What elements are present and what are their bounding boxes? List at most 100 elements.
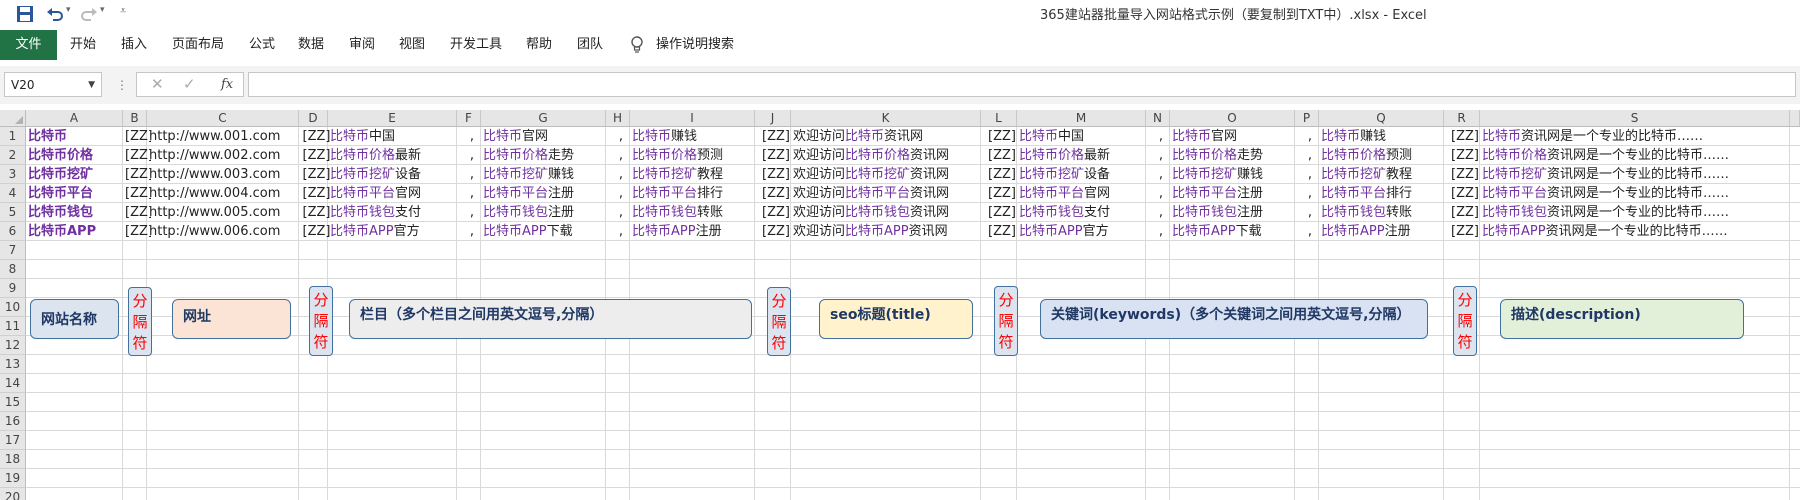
cell-j4[interactable]: [ZZ] <box>757 184 795 203</box>
cell-n2[interactable]: , <box>1148 146 1174 165</box>
tab-formulas[interactable]: 公式 <box>249 30 275 60</box>
cell-m2[interactable]: 比特币价格最新 <box>1019 146 1150 165</box>
cell-k3[interactable]: 欢迎访问比特币挖矿资讯网 <box>793 165 985 184</box>
cancel-icon[interactable]: ✕ <box>151 75 164 93</box>
cell-q5[interactable]: 比特币钱包转账 <box>1321 203 1448 222</box>
cell-h6[interactable]: , <box>608 222 634 241</box>
row-header-14[interactable]: 14 <box>0 374 26 393</box>
column-header-s[interactable]: S <box>1480 110 1790 127</box>
cell-j5[interactable]: [ZZ] <box>757 203 795 222</box>
cell-i1[interactable]: 比特币赚钱 <box>632 127 759 146</box>
cell-p6[interactable]: , <box>1297 222 1323 241</box>
redo-icon[interactable] <box>80 5 98 23</box>
cell-p2[interactable]: , <box>1297 146 1323 165</box>
cell-d6[interactable]: [ZZ] <box>301 222 332 241</box>
cell-o6[interactable]: 比特币APP下载 <box>1172 222 1299 241</box>
cell-d2[interactable]: [ZZ] <box>301 146 332 165</box>
cell-a4[interactable]: 比特币平台 <box>28 184 127 203</box>
cell-m5[interactable]: 比特币钱包支付 <box>1019 203 1150 222</box>
undo-dropdown-icon[interactable]: ▾ <box>66 5 71 15</box>
cell-e3[interactable]: 比特币挖矿设备 <box>330 165 461 184</box>
cell-q6[interactable]: 比特币APP注册 <box>1321 222 1448 241</box>
cell-l6[interactable]: [ZZ] <box>983 222 1021 241</box>
cell-j2[interactable]: [ZZ] <box>757 146 795 165</box>
cell-b4[interactable]: [ZZ] <box>125 184 151 203</box>
cell-c6[interactable]: http://www.006.com <box>149 222 303 241</box>
cell-o3[interactable]: 比特币挖矿赚钱 <box>1172 165 1299 184</box>
cell-f2[interactable]: , <box>459 146 485 165</box>
tab-data[interactable]: 数据 <box>298 30 324 60</box>
cell-j6[interactable]: [ZZ] <box>757 222 795 241</box>
cell-d5[interactable]: [ZZ] <box>301 203 332 222</box>
cell-p3[interactable]: , <box>1297 165 1323 184</box>
cell-n6[interactable]: , <box>1148 222 1174 241</box>
cell-o1[interactable]: 比特币官网 <box>1172 127 1299 146</box>
cell-h1[interactable]: , <box>608 127 634 146</box>
column-header-a[interactable]: A <box>26 110 123 127</box>
separator-box[interactable]: 分 隔 符 <box>994 286 1018 356</box>
cell-m3[interactable]: 比特币挖矿设备 <box>1019 165 1150 184</box>
cell-d1[interactable]: [ZZ] <box>301 127 332 146</box>
cell-i3[interactable]: 比特币挖矿教程 <box>632 165 759 184</box>
cell-q4[interactable]: 比特币平台排行 <box>1321 184 1448 203</box>
row-header-12[interactable]: 12 <box>0 336 26 355</box>
cell-k1[interactable]: 欢迎访问比特币资讯网 <box>793 127 985 146</box>
row-header-1[interactable]: 1 <box>0 127 26 146</box>
cell-k4[interactable]: 欢迎访问比特币平台资讯网 <box>793 184 985 203</box>
cell-e1[interactable]: 比特币中国 <box>330 127 461 146</box>
cell-a5[interactable]: 比特币钱包 <box>28 203 127 222</box>
column-header-n[interactable]: N <box>1146 110 1170 127</box>
cell-b2[interactable]: [ZZ] <box>125 146 151 165</box>
column-header-g[interactable]: G <box>481 110 606 127</box>
cell-p4[interactable]: , <box>1297 184 1323 203</box>
row-header-10[interactable]: 10 <box>0 298 26 317</box>
cell-n4[interactable]: , <box>1148 184 1174 203</box>
tab-team[interactable]: 团队 <box>577 30 603 60</box>
tab-help[interactable]: 帮助 <box>526 30 552 60</box>
cell-b3[interactable]: [ZZ] <box>125 165 151 184</box>
cell-o5[interactable]: 比特币钱包注册 <box>1172 203 1299 222</box>
cell-m4[interactable]: 比特币平台官网 <box>1019 184 1150 203</box>
cell-a2[interactable]: 比特币价格 <box>28 146 127 165</box>
cell-h4[interactable]: , <box>608 184 634 203</box>
cell-f1[interactable]: , <box>459 127 485 146</box>
cell-i6[interactable]: 比特币APP注册 <box>632 222 759 241</box>
chevron-down-icon[interactable]: ▼ <box>88 73 95 98</box>
column-header-j[interactable]: J <box>755 110 791 127</box>
cell-a1[interactable]: 比特币 <box>28 127 127 146</box>
row-header-6[interactable]: 6 <box>0 222 26 241</box>
tab-review[interactable]: 审阅 <box>349 30 375 60</box>
cell-b1[interactable]: [ZZ] <box>125 127 151 146</box>
column-header-d[interactable]: D <box>299 110 328 127</box>
cell-m1[interactable]: 比特币中国 <box>1019 127 1150 146</box>
cell-e2[interactable]: 比特币价格最新 <box>330 146 461 165</box>
cell-g3[interactable]: 比特币挖矿赚钱 <box>483 165 610 184</box>
cell-d3[interactable]: [ZZ] <box>301 165 332 184</box>
cell-f3[interactable]: , <box>459 165 485 184</box>
cell-g5[interactable]: 比特币钱包注册 <box>483 203 610 222</box>
name-box[interactable]: V20 ▼ <box>4 72 102 97</box>
row-header-20[interactable]: 20 <box>0 488 26 500</box>
cell-n1[interactable]: , <box>1148 127 1174 146</box>
row-header-13[interactable]: 13 <box>0 355 26 374</box>
cell-r3[interactable]: [ZZ] <box>1446 165 1484 184</box>
cell-r1[interactable]: [ZZ] <box>1446 127 1484 146</box>
more-options-icon[interactable]: ⋮ <box>116 78 128 92</box>
cell-k6[interactable]: 欢迎访问比特币APP资讯网 <box>793 222 985 241</box>
separator-box[interactable]: 分 隔 符 <box>309 286 333 356</box>
cell-a6[interactable]: 比特币APP <box>28 222 127 241</box>
cell-f4[interactable]: , <box>459 184 485 203</box>
annotation-columns[interactable]: 栏目（多个栏目之间用英文逗号,分隔） <box>349 299 752 339</box>
cell-g4[interactable]: 比特币平台注册 <box>483 184 610 203</box>
column-header-p[interactable]: P <box>1295 110 1319 127</box>
tab-insert[interactable]: 插入 <box>121 30 147 60</box>
enter-icon[interactable]: ✓ <box>183 75 196 93</box>
cell-s5[interactable]: 比特币钱包资讯网是一个专业的比特币…… <box>1482 203 1800 222</box>
column-header-r[interactable]: R <box>1444 110 1480 127</box>
redo-dropdown-icon[interactable]: ▾ <box>100 5 105 15</box>
cell-l3[interactable]: [ZZ] <box>983 165 1021 184</box>
cell-r5[interactable]: [ZZ] <box>1446 203 1484 222</box>
cell-l5[interactable]: [ZZ] <box>983 203 1021 222</box>
separator-box[interactable]: 分 隔 符 <box>767 287 791 356</box>
cell-f6[interactable]: , <box>459 222 485 241</box>
